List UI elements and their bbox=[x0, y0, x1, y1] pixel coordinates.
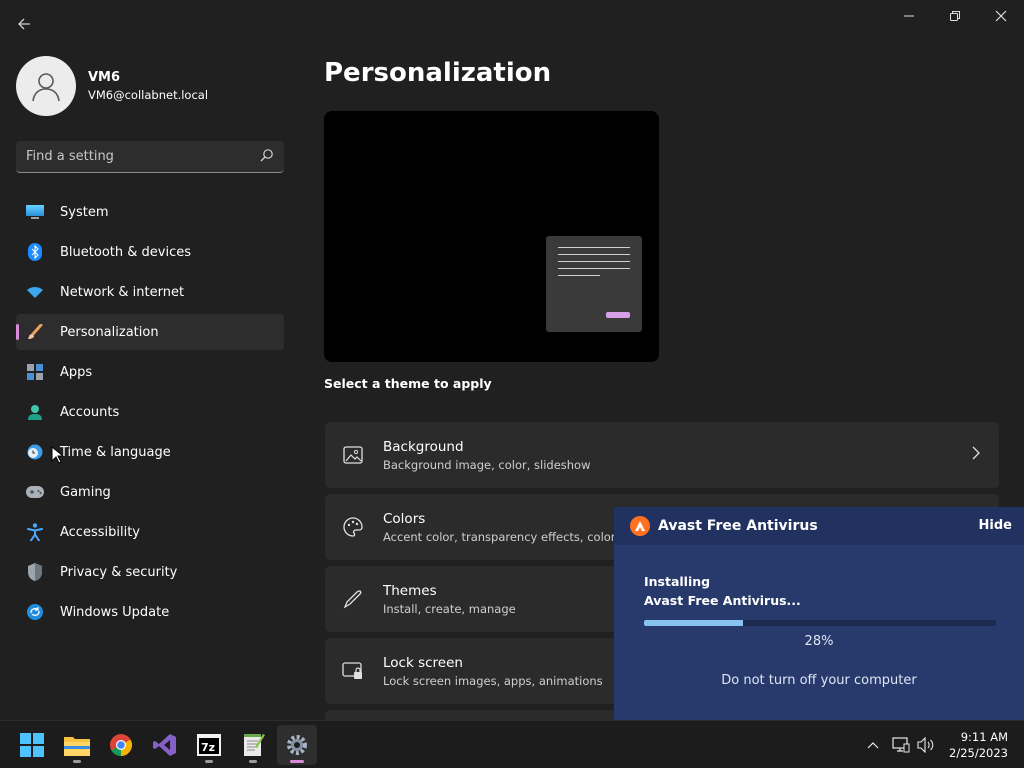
svg-text:7z: 7z bbox=[201, 741, 215, 754]
chevron-up-icon[interactable] bbox=[862, 721, 884, 768]
card-subtitle: Install, create, manage bbox=[383, 601, 516, 616]
settings-window: VM6 VM6@collabnet.local System Bluetooth… bbox=[0, 0, 1024, 720]
user-profile[interactable]: VM6 VM6@collabnet.local bbox=[16, 56, 208, 116]
wifi-icon bbox=[26, 283, 44, 301]
sidebar-item-windows-update[interactable]: Windows Update bbox=[16, 594, 284, 630]
card-background[interactable]: Background Background image, color, slid… bbox=[325, 422, 999, 488]
sidebar-item-label: Privacy & security bbox=[60, 564, 178, 580]
taskbar-clock[interactable]: 9:11 AM 2/25/2023 bbox=[949, 729, 1008, 761]
product-label: Avast Free Antivirus... bbox=[644, 593, 801, 608]
network-icon[interactable] bbox=[889, 721, 913, 768]
sidebar-item-label: Apps bbox=[60, 364, 93, 380]
sidebar-item-label: Personalization bbox=[60, 324, 159, 340]
minimize-icon[interactable] bbox=[886, 0, 932, 32]
person-icon bbox=[26, 403, 44, 421]
theme-preview bbox=[324, 111, 659, 362]
shield-icon bbox=[26, 563, 44, 581]
restore-icon[interactable] bbox=[932, 0, 978, 32]
pen-icon bbox=[341, 587, 365, 611]
avast-title: Avast Free Antivirus bbox=[658, 518, 818, 534]
preview-window bbox=[546, 236, 642, 332]
sidebar-item-system[interactable]: System bbox=[16, 194, 284, 230]
chrome-icon[interactable] bbox=[101, 725, 141, 765]
sidebar-item-accounts[interactable]: Accounts bbox=[16, 394, 284, 430]
sidebar-item-network[interactable]: Network & internet bbox=[16, 274, 284, 310]
lock-screen-icon bbox=[341, 659, 365, 683]
close-icon[interactable] bbox=[978, 0, 1024, 32]
card-title: Themes bbox=[383, 582, 437, 599]
card-subtitle: Background image, color, slideshow bbox=[383, 457, 591, 472]
clock-date: 2/25/2023 bbox=[949, 746, 1008, 760]
card-title: Lock screen bbox=[383, 654, 463, 671]
search-box[interactable] bbox=[16, 141, 284, 173]
monitor-icon bbox=[26, 203, 44, 221]
page-title: Personalization bbox=[324, 58, 552, 88]
chevron-right-icon bbox=[971, 446, 981, 464]
volume-icon[interactable] bbox=[914, 721, 938, 768]
card-subtitle: Lock screen images, apps, animations bbox=[383, 673, 603, 688]
window-controls bbox=[886, 0, 1024, 32]
apps-icon bbox=[26, 363, 44, 381]
profile-name: VM6 bbox=[88, 70, 121, 85]
visual-studio-icon[interactable] bbox=[145, 725, 185, 765]
avast-logo-icon bbox=[630, 516, 650, 536]
accessibility-icon bbox=[26, 523, 44, 541]
search-input[interactable] bbox=[26, 149, 260, 164]
installing-label: Installing bbox=[644, 574, 711, 589]
back-arrow-icon[interactable] bbox=[10, 10, 38, 38]
avast-install-popup: Avast Free Antivirus Hide Installing Ava… bbox=[614, 507, 1024, 720]
avatar bbox=[16, 56, 76, 116]
settings-gear-icon[interactable] bbox=[277, 725, 317, 765]
sidebar-item-label: Gaming bbox=[60, 484, 111, 500]
theme-hint: Select a theme to apply bbox=[324, 376, 492, 391]
hide-button[interactable]: Hide bbox=[979, 518, 1012, 533]
progress-text: 28% bbox=[804, 634, 834, 649]
sidebar-item-bluetooth[interactable]: Bluetooth & devices bbox=[16, 234, 284, 270]
sidebar-item-label: Bluetooth & devices bbox=[60, 244, 191, 260]
sidebar-item-accessibility[interactable]: Accessibility bbox=[16, 514, 284, 550]
sidebar-nav: System Bluetooth & devices Network & int… bbox=[16, 194, 284, 634]
person-icon bbox=[32, 73, 60, 102]
image-icon bbox=[341, 443, 365, 467]
sidebar-item-label: Accounts bbox=[60, 404, 120, 420]
sidebar-item-gaming[interactable]: Gaming bbox=[16, 474, 284, 510]
avast-header: Avast Free Antivirus bbox=[614, 507, 1024, 545]
sidebar-item-label: Windows Update bbox=[60, 604, 170, 620]
sidebar-item-personalization[interactable]: Personalization bbox=[16, 314, 284, 350]
taskbar: 7z 9:11 AM 2/25/2023 bbox=[0, 720, 1024, 768]
file-explorer-icon[interactable] bbox=[57, 725, 97, 765]
progress-fill bbox=[644, 620, 743, 626]
sidebar-item-label: Accessibility bbox=[60, 524, 140, 540]
sidebar-item-label: System bbox=[60, 204, 109, 220]
preview-accent-button bbox=[606, 312, 630, 318]
bluetooth-icon bbox=[26, 243, 44, 261]
warning-text: Do not turn off your computer bbox=[721, 673, 917, 688]
card-title: Background bbox=[383, 438, 464, 455]
notepad-plus-plus-icon[interactable] bbox=[233, 725, 273, 765]
brush-icon bbox=[26, 323, 44, 341]
clock-time: 9:11 AM bbox=[960, 730, 1008, 744]
sidebar-item-label: Time & language bbox=[60, 444, 171, 460]
sidebar-item-apps[interactable]: Apps bbox=[16, 354, 284, 390]
sidebar-item-privacy[interactable]: Privacy & security bbox=[16, 554, 284, 590]
update-icon bbox=[26, 603, 44, 621]
gamepad-icon bbox=[26, 483, 44, 501]
profile-email: VM6@collabnet.local bbox=[88, 88, 209, 102]
sidebar-item-label: Network & internet bbox=[60, 284, 185, 300]
clock-globe-icon bbox=[26, 443, 44, 461]
windows-start-icon[interactable] bbox=[12, 725, 52, 765]
palette-icon bbox=[341, 515, 365, 539]
progress-bar bbox=[644, 620, 996, 626]
mouse-cursor-icon bbox=[51, 445, 65, 468]
7zip-icon[interactable]: 7z bbox=[189, 725, 229, 765]
search-icon[interactable] bbox=[260, 147, 274, 166]
